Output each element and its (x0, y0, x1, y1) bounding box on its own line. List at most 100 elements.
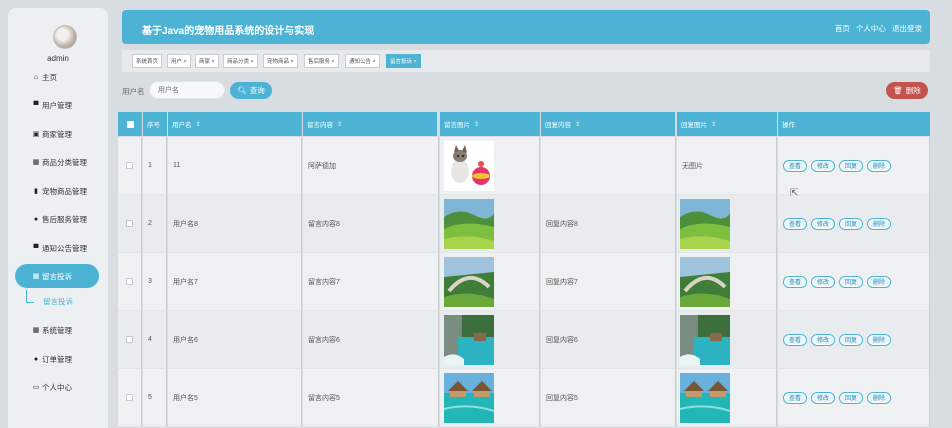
cell-text: 2 (148, 220, 152, 227)
tab-pet-products[interactable]: 宠物商品 × (263, 54, 298, 68)
delete-row-button[interactable]: 删除 (867, 217, 892, 230)
delete-row-button[interactable]: 删除 (867, 159, 892, 172)
reply-cell: 回复内容5 (541, 369, 676, 427)
row-checkbox[interactable] (126, 336, 133, 343)
index-cell: 3 (143, 253, 167, 311)
content-cell: 留言内容7 (303, 253, 439, 311)
submenu-item-messages[interactable]: 留言投诉 (43, 296, 73, 307)
actions-cell: 查看 修改 回复 删除 (778, 137, 930, 195)
grid-icon: ▦ (32, 159, 40, 166)
sidebar-item-merchants[interactable]: ▣ 商家管理 (8, 123, 98, 145)
reply-image[interactable] (680, 257, 730, 307)
column-header-username[interactable]: 用户名 ⇕ (168, 112, 302, 136)
delete-row-button[interactable]: 删除 (867, 333, 892, 346)
sidebar-item-categories[interactable]: ▦ 商品分类管理 (8, 151, 98, 173)
index-cell: 4 (143, 311, 167, 369)
message-image[interactable] (444, 199, 494, 249)
edit-button[interactable]: 修改 (811, 391, 836, 404)
cell-text: 回复内容8 (546, 220, 578, 228)
sidebar-item-profile[interactable]: ▭ 个人中心 (8, 376, 98, 398)
sidebar-item-system[interactable]: ▦ 系统管理 (8, 319, 98, 341)
tab-merchants[interactable]: 商家 × (195, 54, 219, 68)
reply-button[interactable]: 回复 (839, 159, 864, 172)
view-button[interactable]: 查看 (783, 217, 808, 230)
view-button[interactable]: 查看 (783, 275, 808, 288)
column-header-reply[interactable]: 回复内容 ⇕ (541, 112, 675, 136)
logout-link[interactable]: 退出登录 (892, 24, 922, 33)
sidebar-item-label: 用户管理 (42, 100, 72, 110)
edit-button[interactable]: 修改 (811, 159, 836, 172)
cell-text: 阿萨德加 (308, 162, 336, 170)
person-icon: ● (33, 355, 39, 363)
home-link[interactable]: 首页 (835, 24, 850, 33)
avatar[interactable] (53, 25, 77, 49)
sidebar-item-users[interactable]: ▀ 用户管理 (8, 94, 98, 116)
delete-button[interactable]: 🗑︎ 删除 (886, 82, 928, 99)
cell-text: 4 (148, 336, 152, 343)
query-label: 查询 (249, 86, 265, 95)
message-image[interactable] (444, 315, 494, 365)
username-search-input[interactable] (149, 81, 225, 99)
top-header: 基于Java的宠物用品系统的设计与实现 首页 个人中心 退出登录 (122, 10, 930, 44)
reply-button[interactable]: 回复 (839, 275, 864, 288)
column-header-content[interactable]: 留言内容 ⇕ (303, 112, 437, 136)
message-image[interactable] (443, 373, 495, 423)
actions-cell: 查看 修改 回复 删除 (778, 369, 930, 427)
tab-messages[interactable]: 留言投诉 × (386, 54, 421, 68)
row-checkbox[interactable] (126, 278, 133, 285)
column-header-image[interactable]: 留言图片 ⇕ (440, 112, 540, 136)
username-cell: 11 (168, 137, 302, 195)
edit-button[interactable]: 修改 (811, 217, 836, 230)
cell-text: 留言内容6 (308, 336, 340, 344)
cell-text: 3 (148, 278, 152, 285)
tab-after-sales[interactable]: 售后服务 × (304, 54, 339, 68)
message-image[interactable] (444, 141, 494, 191)
view-button[interactable]: 查看 (783, 391, 808, 404)
sidebar-item-label: 留言投诉 (42, 271, 72, 281)
query-button[interactable]: 🔍︎ 查询 (230, 82, 272, 99)
delete-row-button[interactable]: 删除 (867, 275, 892, 288)
message-image[interactable] (444, 257, 494, 307)
row-checkbox[interactable] (126, 162, 133, 169)
reply-image[interactable] (680, 199, 730, 249)
tab-home[interactable]: 系统首页 (132, 54, 163, 68)
row-actions: 查看 修改 回复 删除 (783, 275, 892, 288)
row-actions: 查看 修改 回复 删除 (783, 333, 892, 346)
sidebar-item-home[interactable]: ⌂ 主页 (8, 66, 98, 88)
sidebar-item-pet-products[interactable]: ▮ 宠物商品管理 (8, 180, 98, 202)
reply-button[interactable]: 回复 (839, 217, 864, 230)
sidebar-item-notices[interactable]: ▀ 通知公告管理 (8, 237, 98, 259)
reply-image[interactable] (679, 373, 731, 423)
table-row: 3 用户名7 留言内容7 回复内容7 查看 修改 回复 删除 (118, 253, 930, 311)
sidebar-item-label: 商品分类管理 (42, 157, 87, 167)
table-row: 2 用户名8 留言内容8 回复内容8 查看 修改 回复 删除 (118, 195, 930, 253)
select-all-checkbox[interactable] (126, 120, 134, 128)
sidebar-item-orders[interactable]: ● 订单管理 (8, 348, 98, 370)
tab-notices[interactable]: 通知公告 × (345, 54, 380, 68)
column-header-reply-image[interactable]: 回复图片 ⇕ (677, 112, 777, 136)
column-label: 留言图片 (444, 122, 470, 129)
cell-text: 无图片 (682, 162, 703, 170)
reply-button[interactable]: 回复 (839, 333, 864, 346)
edit-button[interactable]: 修改 (811, 275, 836, 288)
view-button[interactable]: 查看 (783, 159, 808, 172)
reply-cell: 回复内容6 (541, 311, 676, 369)
edit-button[interactable]: 修改 (811, 333, 836, 346)
mouse-cursor-icon: ⇱ (790, 188, 799, 199)
username-cell: 用户名6 (168, 311, 302, 369)
tab-users[interactable]: 用户 × (167, 54, 191, 68)
sidebar-item-after-sales[interactable]: ● 售后服务管理 (8, 208, 98, 230)
tab-categories[interactable]: 商品分类 × (223, 54, 258, 68)
profile-link[interactable]: 个人中心 (856, 24, 886, 33)
reply-cell (541, 137, 676, 195)
row-checkbox[interactable] (126, 220, 133, 227)
reply-image[interactable] (680, 315, 730, 365)
reply-button[interactable]: 回复 (839, 391, 864, 404)
sidebar-item-label: 订单管理 (42, 354, 72, 364)
delete-row-button[interactable]: 删除 (867, 391, 892, 404)
row-checkbox[interactable] (126, 394, 133, 401)
reply-image-cell (677, 253, 777, 311)
sidebar-item-messages[interactable]: ▦ 留言投诉 (15, 264, 99, 288)
reply-image-cell: 无图片 (677, 137, 777, 195)
view-button[interactable]: 查看 (783, 333, 808, 346)
